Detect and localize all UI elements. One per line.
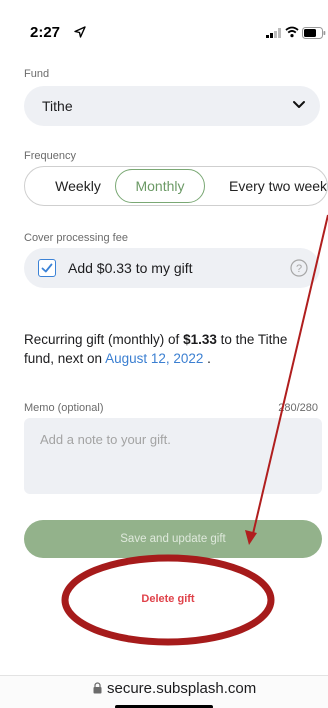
- checkmark-icon: [41, 263, 53, 273]
- frequency-option-weekly[interactable]: Weekly: [35, 167, 121, 205]
- save-and-update-button[interactable]: Save and update gift: [24, 520, 322, 558]
- chevron-down-icon: [293, 101, 305, 108]
- summary-prefix: Recurring gift (monthly) of: [24, 332, 184, 347]
- frequency-segmented-control: Weekly Monthly Every two week: [24, 166, 328, 206]
- memo-char-count: 280/280: [278, 402, 318, 414]
- svg-text:?: ?: [296, 263, 302, 275]
- status-time: 2:27: [30, 24, 61, 41]
- fee-label: Cover processing fee: [24, 232, 128, 244]
- battery-icon: [302, 27, 326, 39]
- lock-icon: [93, 682, 102, 694]
- url-text: secure.subsplash.com: [107, 680, 257, 697]
- summary-suffix: .: [203, 351, 211, 366]
- summary-amount: $1.33: [183, 332, 217, 347]
- fee-toggle-row[interactable]: Add $0.33 to my gift ?: [24, 248, 320, 288]
- gift-summary: Recurring gift (monthly) of $1.33 to the…: [24, 330, 314, 368]
- frequency-option-monthly[interactable]: Monthly: [115, 169, 205, 203]
- fee-text: Add $0.33 to my gift: [68, 260, 193, 276]
- delete-gift-button[interactable]: Delete gift: [100, 588, 236, 610]
- location-arrow-icon: [74, 26, 86, 38]
- fund-label: Fund: [24, 68, 50, 80]
- memo-label: Memo (optional): [24, 402, 104, 414]
- fund-select[interactable]: Tithe: [24, 86, 320, 126]
- cellular-signal-icon: [266, 28, 281, 38]
- summary-next-date: August 12, 2022: [105, 351, 204, 366]
- wifi-icon: [285, 26, 299, 38]
- fund-select-value: Tithe: [42, 98, 73, 114]
- help-icon[interactable]: ?: [290, 259, 308, 277]
- frequency-label: Frequency: [24, 150, 76, 162]
- memo-textarea[interactable]: Add a note to your gift.: [24, 418, 322, 494]
- fee-checkbox[interactable]: [38, 259, 56, 277]
- memo-placeholder: Add a note to your gift.: [40, 432, 171, 447]
- frequency-option-every-two-weeks[interactable]: Every two week: [221, 167, 327, 205]
- browser-url-bar[interactable]: secure.subsplash.com: [0, 675, 328, 708]
- status-bar: 2:27: [0, 0, 328, 58]
